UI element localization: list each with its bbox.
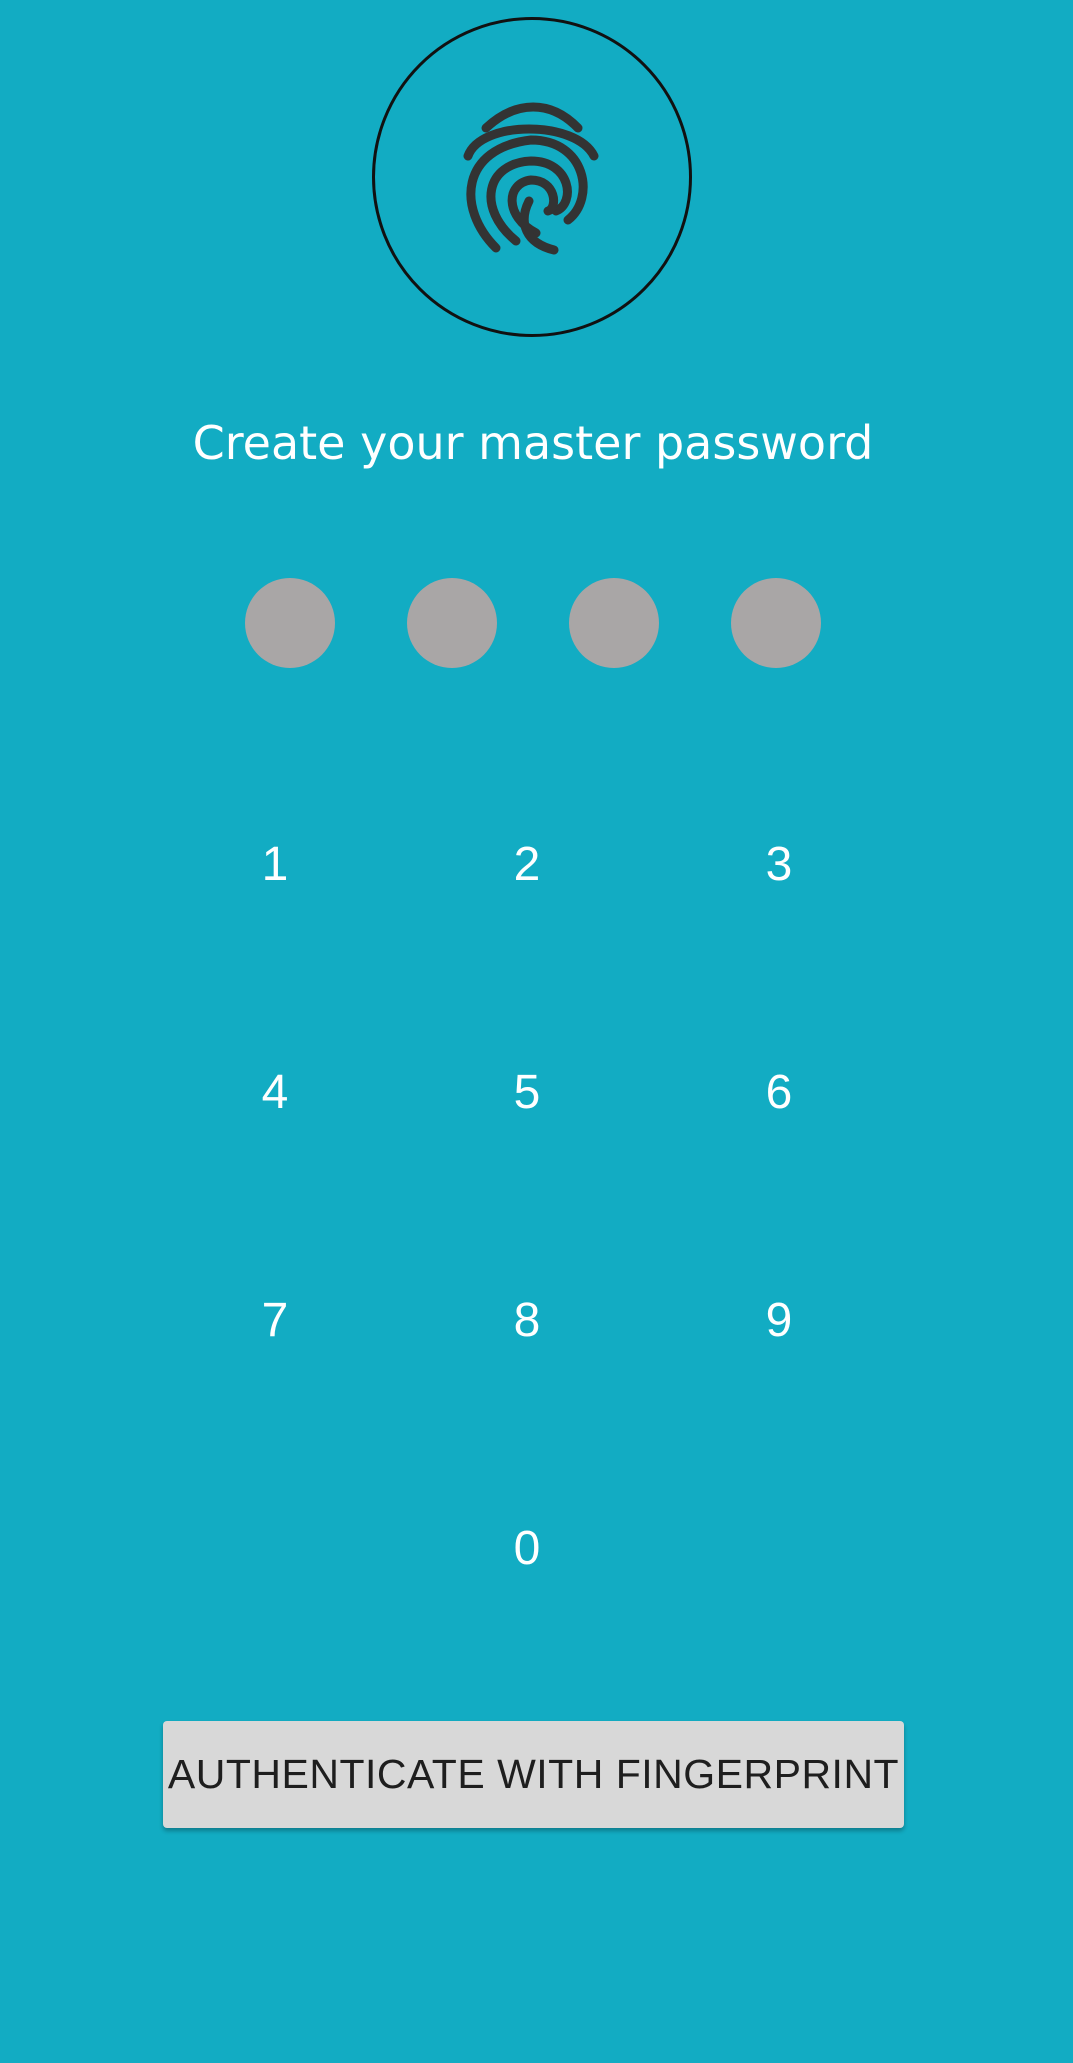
pin-dot <box>245 578 335 668</box>
keypad-key-7[interactable]: 7 <box>155 1220 395 1420</box>
keypad-key-5[interactable]: 5 <box>407 992 647 1192</box>
pin-dot <box>731 578 821 668</box>
keypad-key-0[interactable]: 0 <box>407 1448 647 1648</box>
fingerprint-icon <box>463 102 599 255</box>
page-title: Create your master password <box>192 416 874 470</box>
keypad-key-8[interactable]: 8 <box>407 1220 647 1420</box>
pin-dot <box>407 578 497 668</box>
keypad-key-9[interactable]: 9 <box>659 1220 899 1420</box>
keypad-key-2[interactable]: 2 <box>407 764 647 964</box>
keypad-key-1[interactable]: 1 <box>155 764 395 964</box>
pin-dot <box>569 578 659 668</box>
keypad-key-3[interactable]: 3 <box>659 764 899 964</box>
keypad-key-4[interactable]: 4 <box>155 992 395 1192</box>
pin-indicator <box>0 578 1066 668</box>
keypad-key-6[interactable]: 6 <box>659 992 899 1192</box>
authenticate-fingerprint-button[interactable]: AUTHENTICATE WITH FINGERPRINT <box>163 1721 904 1828</box>
